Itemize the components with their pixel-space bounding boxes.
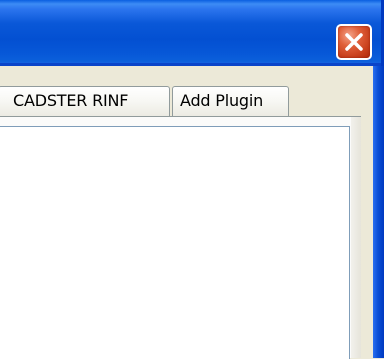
tab-label: Add Plugin <box>180 91 264 110</box>
tab-label: CADSTER RINF <box>13 91 129 110</box>
tab-page-edge <box>351 117 361 358</box>
tab-page <box>0 116 361 359</box>
window-frame-right <box>373 66 384 358</box>
close-icon <box>345 33 363 51</box>
tab-add-plugin[interactable]: Add Plugin <box>172 86 289 116</box>
title-bar[interactable] <box>0 0 384 66</box>
application-window: CADSTER RINF Add Plugin <box>0 0 384 359</box>
close-button[interactable] <box>336 24 372 60</box>
tab-cadster-rinf[interactable]: CADSTER RINF <box>0 86 170 116</box>
content-area <box>0 126 350 359</box>
